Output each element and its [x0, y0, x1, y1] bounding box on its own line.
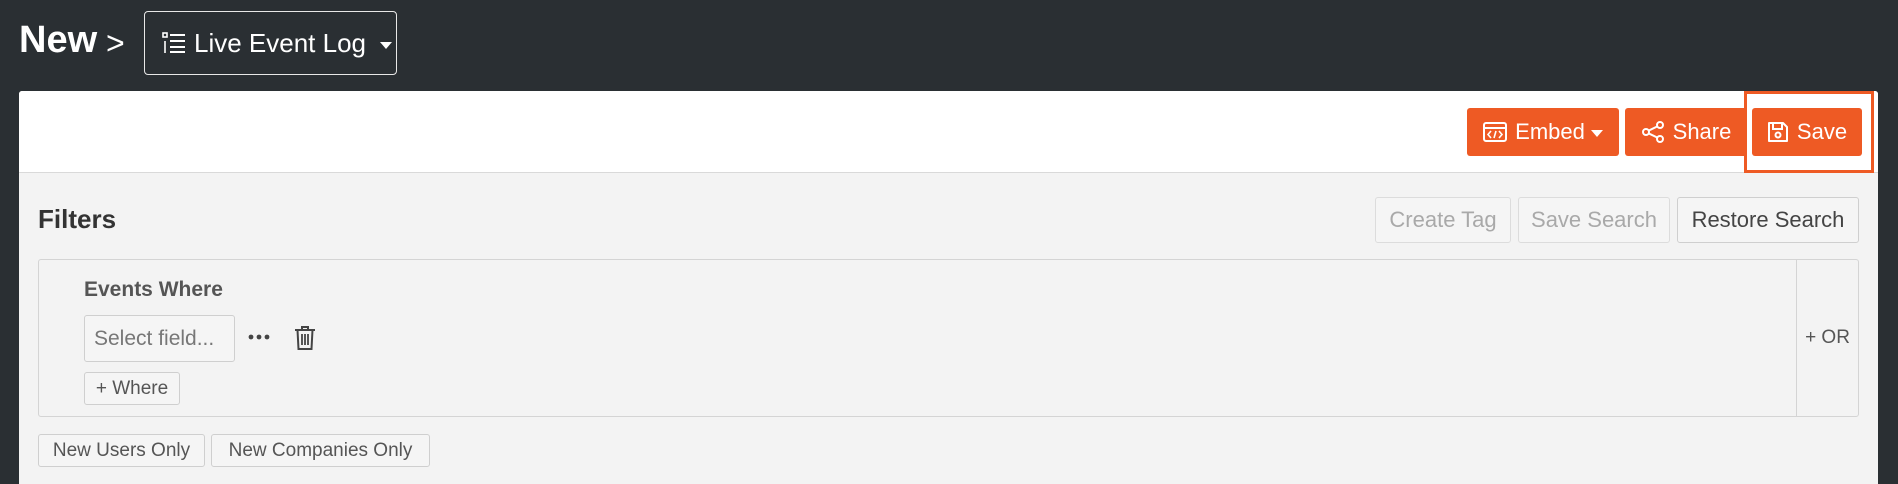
main-panel: Embed Share Save Filters Create Tag Save: [19, 91, 1878, 484]
select-field-input[interactable]: Select field...: [84, 315, 235, 362]
new-companies-only-toggle[interactable]: New Companies Only: [211, 434, 430, 467]
view-selector-dropdown[interactable]: Live Event Log: [144, 11, 397, 75]
save-button[interactable]: Save: [1752, 108, 1862, 156]
more-options-icon[interactable]: [245, 323, 273, 351]
filters-heading: Filters: [38, 204, 117, 234]
chevron-down-icon: [380, 41, 393, 49]
chevron-down-icon: [1590, 129, 1603, 137]
trash-icon[interactable]: [292, 324, 318, 352]
embed-code-icon: [1483, 122, 1508, 142]
restore-search-button[interactable]: Restore Search: [1677, 197, 1859, 243]
view-selector-label: Live Event Log: [194, 27, 367, 58]
share-button[interactable]: Share: [1625, 108, 1747, 156]
add-where-button[interactable]: + Where: [84, 372, 180, 405]
floppy-disk-icon: [1767, 122, 1788, 142]
embed-button-label: Embed: [1515, 119, 1585, 144]
embed-button[interactable]: Embed: [1467, 108, 1619, 156]
save-search-button[interactable]: Save Search: [1518, 197, 1670, 243]
action-bar: Embed Share Save: [19, 91, 1878, 173]
save-button-label: Save: [1796, 119, 1848, 144]
page-header: New > Live Event Log: [0, 0, 1898, 91]
breadcrumb-title: New: [19, 19, 98, 61]
add-or-button[interactable]: + OR: [1796, 260, 1858, 416]
filter-group: Events Where Select field... + Where + O…: [38, 259, 1859, 417]
create-tag-button[interactable]: Create Tag: [1375, 197, 1511, 243]
breadcrumb-separator: >: [106, 25, 125, 61]
new-users-only-toggle[interactable]: New Users Only: [38, 434, 205, 467]
share-button-label: Share: [1672, 119, 1732, 144]
share-icon: [1641, 121, 1664, 143]
events-where-heading: Events Where: [84, 278, 223, 301]
list-lines-icon: [162, 32, 185, 53]
